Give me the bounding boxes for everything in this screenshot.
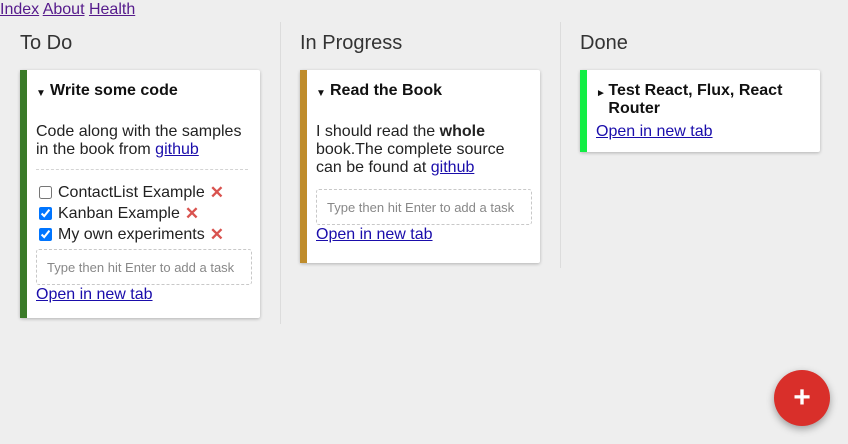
- add-task-input[interactable]: [316, 189, 532, 225]
- card-divider: [36, 169, 248, 170]
- column-title-in-progress: In Progress: [300, 32, 403, 54]
- card-color-stripe: [300, 70, 307, 263]
- add-task-input[interactable]: [36, 249, 252, 285]
- github-link[interactable]: github: [431, 159, 475, 176]
- column-title-todo: To Do: [20, 32, 73, 54]
- nav-link-health[interactable]: Health: [89, 1, 135, 18]
- caret-down-icon[interactable]: ▼: [316, 82, 328, 103]
- card-title-text: Write some code: [50, 82, 178, 99]
- open-in-new-tab-link[interactable]: Open in new tab: [596, 122, 808, 142]
- caret-down-icon[interactable]: ▼: [36, 82, 48, 103]
- card-description: I should read the whole book.The complet…: [316, 123, 528, 177]
- task-label: Kanban Example: [58, 204, 180, 222]
- description-bold-text: whole: [439, 123, 485, 140]
- task-checkbox[interactable]: [39, 228, 52, 241]
- task-item: Kanban Example ✕: [36, 203, 248, 224]
- add-card-button[interactable]: +: [774, 370, 830, 426]
- card-description: Code along with the samples in the book …: [36, 123, 248, 159]
- card-title[interactable]: ▼ Write some code: [36, 82, 248, 103]
- task-label: My own experiments: [58, 225, 205, 243]
- open-in-new-tab-link[interactable]: Open in new tab: [36, 285, 248, 305]
- task-label: ContactList Example: [58, 183, 205, 201]
- card-read-the-book[interactable]: ▼ Read the Book I should read the whole …: [300, 70, 540, 263]
- task-checkbox[interactable]: [39, 186, 52, 199]
- column-title-done: Done: [580, 32, 628, 54]
- column-divider: [280, 22, 281, 324]
- open-in-new-tab-link[interactable]: Open in new tab: [316, 225, 528, 245]
- task-checkbox[interactable]: [39, 207, 52, 220]
- card-title[interactable]: ► Test React, Flux, React Router: [596, 82, 808, 118]
- card-write-some-code[interactable]: ▼ Write some code Code along with the sa…: [20, 70, 260, 318]
- card-color-stripe: [580, 70, 587, 152]
- nav-link-index[interactable]: Index: [0, 1, 39, 18]
- description-text: I should read the: [316, 123, 440, 140]
- card-title-text: Read the Book: [330, 82, 443, 99]
- delete-task-icon[interactable]: ✕: [210, 225, 224, 245]
- description-text: Code along with the samples in the book …: [36, 123, 242, 158]
- card-title-text: Test React, Flux, React Router: [608, 82, 783, 117]
- card-title[interactable]: ▼ Read the Book: [316, 82, 528, 103]
- top-nav: Index About Health: [0, 0, 135, 20]
- nav-link-about[interactable]: About: [43, 1, 85, 18]
- delete-task-icon[interactable]: ✕: [185, 204, 199, 224]
- description-text: book.The complete source can be found at: [316, 141, 505, 176]
- delete-task-icon[interactable]: ✕: [210, 183, 224, 203]
- caret-right-icon[interactable]: ►: [596, 82, 606, 103]
- column-divider: [560, 22, 561, 268]
- card-color-stripe: [20, 70, 27, 318]
- plus-icon: +: [793, 381, 811, 414]
- task-item: ContactList Example ✕: [36, 182, 248, 203]
- github-link[interactable]: github: [155, 141, 199, 158]
- card-test-react[interactable]: ► Test React, Flux, React Router Open in…: [580, 70, 820, 152]
- task-item: My own experiments ✕: [36, 224, 248, 245]
